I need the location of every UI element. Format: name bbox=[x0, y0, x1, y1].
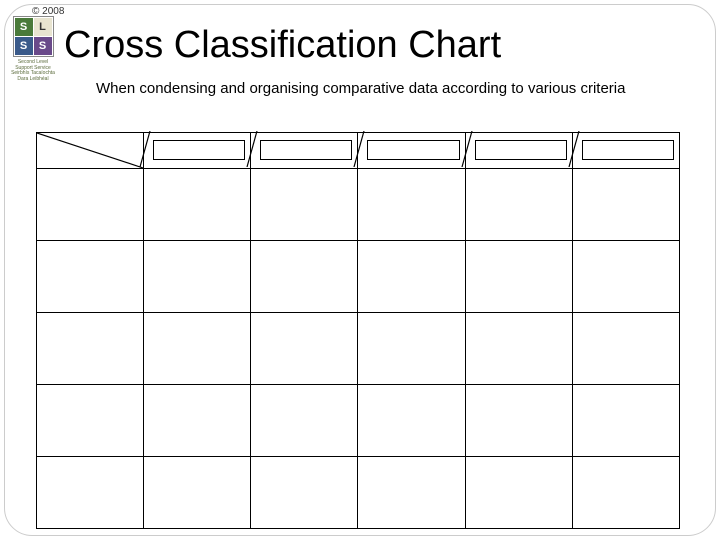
chart-row bbox=[37, 241, 680, 313]
logo-letter: L bbox=[34, 18, 52, 36]
page-subtitle: When condensing and organising comparati… bbox=[96, 80, 680, 99]
col-header-box bbox=[582, 140, 674, 160]
chart-row bbox=[37, 169, 680, 241]
classification-chart bbox=[36, 132, 680, 520]
chart-table bbox=[36, 132, 680, 529]
chart-body bbox=[37, 169, 680, 529]
col-header-box bbox=[475, 140, 567, 160]
chart-col-header bbox=[251, 133, 358, 169]
chart-header-row bbox=[37, 133, 680, 169]
chart-col-header bbox=[144, 133, 251, 169]
chart-corner-cell bbox=[37, 133, 144, 169]
col-header-box bbox=[367, 140, 459, 160]
page-title: Cross Classification Chart bbox=[64, 24, 501, 67]
col-header-box bbox=[153, 140, 245, 160]
chart-col-header bbox=[358, 133, 465, 169]
diagonal-split-icon bbox=[37, 133, 143, 168]
logo-letter: S bbox=[15, 18, 33, 36]
slss-logo: S L S S Second Level Support Service Sei… bbox=[10, 16, 56, 100]
chart-col-header bbox=[572, 133, 679, 169]
chart-row bbox=[37, 385, 680, 457]
logo-caption: Second Level Support Service Seirbhís Ta… bbox=[10, 60, 56, 82]
logo-grid: S L S S bbox=[13, 16, 54, 57]
col-header-box bbox=[260, 140, 352, 160]
chart-row bbox=[37, 313, 680, 385]
chart-row bbox=[37, 457, 680, 529]
logo-letter: S bbox=[15, 37, 33, 55]
chart-col-header bbox=[465, 133, 572, 169]
logo-letter: S bbox=[34, 37, 52, 55]
